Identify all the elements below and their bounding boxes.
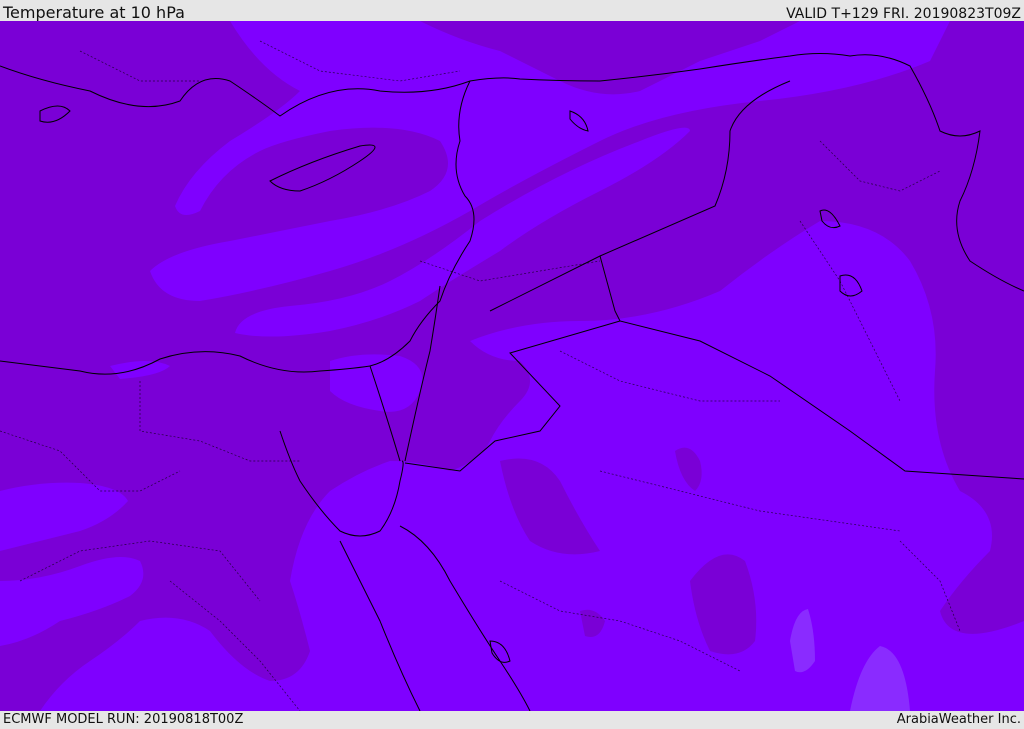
top-bar: Temperature at 10 hPa VALID T+129 FRI. 2… (0, 0, 1024, 22)
bottom-bar: ECMWF MODEL RUN: 20190818T00Z ArabiaWeat… (0, 711, 1024, 729)
map-title: Temperature at 10 hPa (3, 3, 185, 22)
weather-map[interactable] (0, 21, 1024, 711)
map-canvas (0, 21, 1024, 711)
valid-time: VALID T+129 FRI. 20190823T09Z (786, 6, 1021, 22)
brand-label: ArabiaWeather Inc. (896, 712, 1021, 727)
model-run-label: ECMWF MODEL RUN: 20190818T00Z (3, 712, 244, 727)
